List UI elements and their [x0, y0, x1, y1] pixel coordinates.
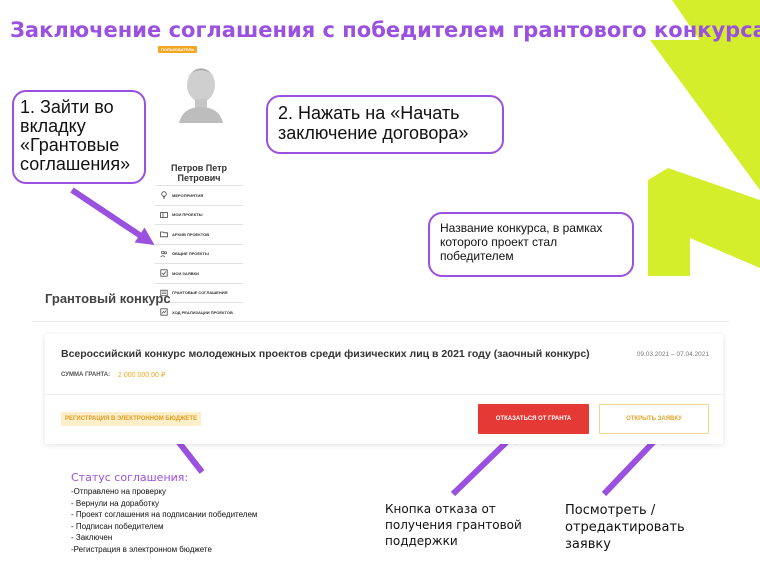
card-divider: [45, 394, 723, 395]
user-name: Петров Петр Петрович: [170, 163, 228, 183]
avatar: [179, 68, 223, 123]
menu-item-label: ГРАНТОВЫЕ СОГЛАШЕНИЯ: [172, 290, 228, 296]
menu-item-my-applications[interactable]: МОИ ЗАЯВКИ: [155, 263, 243, 283]
menu-item-label: МОИ ПРОЕКТЫ: [172, 212, 203, 218]
menu-item-events[interactable]: МЕРОПРИЯТИЯ: [155, 185, 243, 205]
folder-open-icon: [160, 211, 168, 218]
lightbulb-icon: [161, 191, 167, 199]
open-application-button[interactable]: ОТКРЫТЬ ЗАЯВКУ: [599, 404, 709, 434]
user-role-badge: ПОЛЬЗОВАТЕЛЬ: [158, 46, 198, 53]
status-item: - Проект соглашения на подписании победи…: [71, 510, 258, 519]
note-decline-button: Кнопка отказа от получения грантовой под…: [385, 502, 522, 548]
menu-item-my-projects[interactable]: МОИ ПРОЕКТЫ: [155, 204, 243, 225]
folder-icon: [160, 231, 168, 238]
menu-item-label: МОИ ЗАЯВКИ: [172, 270, 199, 276]
chart-icon: [160, 308, 168, 316]
status-notes: Статус соглашения: -Отправлено на провер…: [71, 471, 257, 555]
section-divider: [32, 321, 730, 322]
status-item: -Регистрация в электронном бюджете: [71, 544, 212, 554]
decline-grant-button[interactable]: ОТКАЗАТЬСЯ ОТ ГРАНТА: [478, 404, 589, 434]
status-item: - Вернули на доработку: [71, 498, 159, 508]
section-title: Грантовый конкурс: [45, 291, 171, 306]
grant-sum-value: 2 000 000,00 ₽: [118, 372, 166, 379]
profile-panel: ПОЛЬЗОВАТЕЛЬ Петров Петр Петрович МЕРОПР…: [155, 46, 243, 316]
callout-contest-name-hint: Название конкурса, в рамках которого про…: [428, 212, 634, 277]
status-item: - Заключен: [71, 533, 113, 542]
status-item: -Отправлено на проверку: [71, 487, 167, 496]
status-badge: РЕГИСТРАЦИЯ В ЭЛЕКТРОННОМ БЮДЖЕТЕ: [61, 412, 202, 426]
status-notes-title: Статус соглашения:: [71, 471, 189, 484]
menu-item-archive[interactable]: АРХИВ ПРОЕКТОВ: [155, 224, 243, 244]
note-open-application: Посмотреть / отредактировать заявку: [565, 503, 685, 552]
menu-item-label: АРХИВ ПРОЕКТОВ: [172, 231, 210, 237]
page-title: Заключение соглашения с победителем гран…: [10, 18, 760, 42]
arrow-to-grant-menu: [70, 187, 155, 245]
contest-dates: 09.03.2021 – 07.04.2021: [636, 351, 709, 358]
contest-name: Всероссийский конкурс молодежных проекто…: [61, 348, 590, 360]
grant-card: Всероссийский конкурс молодежных проекто…: [45, 334, 723, 444]
menu-item-label: ОБЩИЕ ПРОЕКТЫ: [172, 251, 209, 257]
menu-item-label: МЕРОПРИЯТИЯ: [172, 192, 204, 198]
menu-item-shared[interactable]: ОБЩИЕ ПРОЕКТЫ: [155, 243, 243, 264]
callout-step-1: 1. Зайти во вкладку «Грантовые соглашени…: [12, 90, 146, 184]
people-icon: [160, 250, 167, 257]
grant-sum-label: СУММА ГРАНТА:: [61, 372, 111, 378]
menu-item-label: ХОД РЕАЛИЗАЦИИ ПРОЕКТОВ: [172, 309, 233, 315]
callout-step-2: 2. Нажать на «Начать заключение договора…: [266, 95, 504, 154]
checkbox-icon: [160, 269, 168, 277]
status-item: - Подписан победителем: [71, 521, 164, 531]
